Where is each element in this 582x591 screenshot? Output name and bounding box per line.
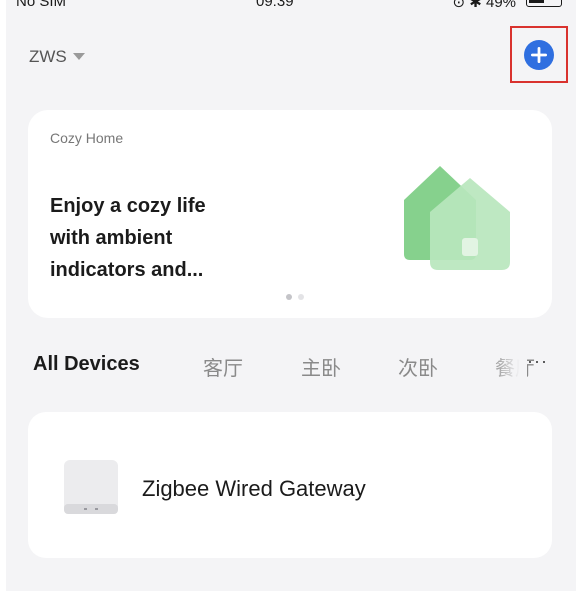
clock: 09:39 <box>256 0 294 10</box>
add-button-highlight <box>510 26 568 83</box>
home-selector[interactable]: ZWS <box>29 47 85 67</box>
tab-all-devices[interactable]: All Devices <box>33 353 140 376</box>
status-bar: No SIM 09:39 ⊙ ✱ 49% <box>6 0 576 13</box>
status-indicators: ⊙ ✱ 49% <box>452 0 517 11</box>
carousel-dot <box>298 294 304 300</box>
room-tabs: All Devices 客厅 主卧 次卧 餐厅 ··· <box>33 348 573 384</box>
house-illustration-icon <box>404 166 510 270</box>
add-device-button[interactable] <box>524 40 554 70</box>
promo-banner[interactable]: Cozy Home Enjoy a cozy life with ambient… <box>28 110 552 318</box>
app-screen: No SIM 09:39 ⊙ ✱ 49% ZWS Cozy Home Enjoy… <box>6 0 576 591</box>
banner-label: Cozy Home <box>50 130 124 146</box>
device-card[interactable]: Zigbee Wired Gateway <box>28 412 552 558</box>
gateway-icon <box>64 460 118 514</box>
tab-master-bedroom[interactable]: 主卧 <box>301 352 341 381</box>
battery-icon <box>526 0 562 7</box>
tab-fade <box>491 348 527 384</box>
carrier-label: No SIM <box>16 0 67 10</box>
tab-living-room[interactable]: 客厅 <box>203 352 243 381</box>
more-tabs-button[interactable]: ··· <box>527 351 548 372</box>
caret-down-icon <box>72 52 85 60</box>
tab-second-bedroom[interactable]: 次卧 <box>398 352 438 381</box>
carousel-dot-active <box>286 294 292 300</box>
banner-headline: Enjoy a cozy life with ambient indicator… <box>50 195 206 281</box>
device-name: Zigbee Wired Gateway <box>142 476 366 501</box>
home-name: ZWS <box>29 47 67 66</box>
plus-icon <box>531 47 547 63</box>
carousel-dots <box>286 294 304 300</box>
